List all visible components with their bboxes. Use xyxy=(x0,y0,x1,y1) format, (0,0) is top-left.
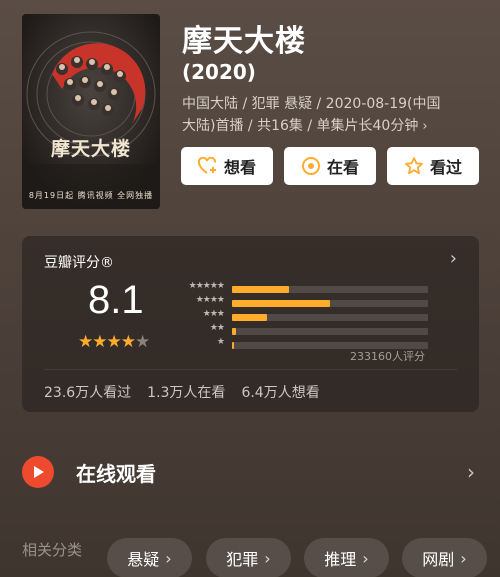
chevron-right-icon: › xyxy=(467,460,475,484)
rating-count: 233160人评分 xyxy=(350,350,425,363)
rating-label: 豆瓣评分® xyxy=(44,255,114,271)
chevron-right-icon[interactable]: › xyxy=(450,248,457,269)
rating-distribution: ★★★★★ ★★★★ ★★★ ★★ ★ xyxy=(170,281,430,352)
tag-label: 悬疑 xyxy=(127,550,160,569)
want-to-watch-label: 想看 xyxy=(223,158,256,177)
poster-art xyxy=(22,14,160,209)
star-icon: ★ xyxy=(120,332,136,352)
divider xyxy=(44,369,457,370)
star-icon xyxy=(405,157,423,175)
poster-title: 摩天大楼 xyxy=(50,138,131,160)
tag-label: 推理 xyxy=(324,550,357,569)
watching-label: 在看 xyxy=(326,158,359,177)
chevron-right-icon: › xyxy=(362,548,369,568)
star-icon: ★ xyxy=(106,332,122,352)
release-year: (2020) xyxy=(182,60,256,84)
star-icon: ★ xyxy=(135,332,150,352)
tag-label: 犯罪 xyxy=(226,550,259,569)
poster-caption: 8月19日起 腾讯视频 全网独播 xyxy=(28,191,154,200)
chevron-right-icon: › xyxy=(422,119,428,134)
rating-bar-4 xyxy=(232,300,330,307)
rating-bar-1 xyxy=(232,342,234,349)
tag-chip[interactable]: 推理 › xyxy=(304,538,389,577)
show-meta-text: 中国大陆 / 犯罪 悬疑 / 2020-08-19(中国大陆)首播 / 共16集… xyxy=(182,96,441,134)
four-stars-icon: ★★★★ xyxy=(195,295,225,305)
watched-count: 23.6万人看过 xyxy=(44,385,132,401)
rating-row-5: ★★★★★ xyxy=(170,281,430,296)
one-star-icon: ★ xyxy=(216,337,225,347)
chevron-right-icon: › xyxy=(460,548,467,568)
want-to-watch-button[interactable]: 想看 xyxy=(181,147,273,185)
watched-button[interactable]: 看过 xyxy=(387,147,479,185)
rating-stars: ★★★★★ xyxy=(78,332,150,352)
watch-stats: 23.6万人看过 1.3万人在看 6.4万人想看 xyxy=(44,382,336,402)
poster-image[interactable]: 摩天大楼 8月19日起 腾讯视频 全网独播 xyxy=(22,14,160,209)
tag-chip[interactable]: 网剧 › xyxy=(402,538,487,577)
rating-row-3: ★★★ xyxy=(170,309,430,324)
want-count: 6.4万人想看 xyxy=(241,385,320,401)
show-meta[interactable]: 中国大陆 / 犯罪 悬疑 / 2020-08-19(中国大陆)首播 / 共16集… xyxy=(182,93,444,138)
star-icon: ★ xyxy=(92,332,107,352)
five-stars-icon: ★★★★★ xyxy=(188,281,225,291)
three-stars-icon: ★★★ xyxy=(202,309,225,319)
heart-plus-icon xyxy=(197,157,216,174)
rating-row-4: ★★★★ xyxy=(170,295,430,310)
eye-icon xyxy=(301,157,320,175)
related-label: 相关分类 xyxy=(22,541,83,559)
rating-card[interactable]: 豆瓣评分® › 8.1 ★★★★★ ★★★★★ ★★★★ ★★★ ★★ ★ 23… xyxy=(22,236,479,412)
watching-button[interactable]: 在看 xyxy=(284,147,376,185)
chevron-right-icon: › xyxy=(264,548,271,568)
watched-label: 看过 xyxy=(429,158,462,177)
two-stars-icon: ★★ xyxy=(209,323,225,333)
rating-bar-5 xyxy=(232,286,289,293)
chevron-right-icon: › xyxy=(165,548,172,568)
online-watch-label: 在线观看 xyxy=(76,461,156,486)
tag-chip[interactable]: 悬疑 › xyxy=(107,538,192,577)
play-icon xyxy=(22,456,54,488)
online-watch-row[interactable]: 在线观看 › xyxy=(22,452,479,492)
rating-row-2: ★★ xyxy=(170,323,430,338)
tag-chip[interactable]: 犯罪 › xyxy=(206,538,291,577)
rating-score: 8.1 xyxy=(88,278,144,322)
rating-bar-2 xyxy=(232,328,236,335)
tag-label: 网剧 xyxy=(422,550,455,569)
page-title: 摩天大楼 xyxy=(182,24,306,59)
star-icon: ★ xyxy=(78,332,93,352)
watching-count: 1.3万人在看 xyxy=(147,385,226,401)
rating-bar-3 xyxy=(232,314,268,321)
